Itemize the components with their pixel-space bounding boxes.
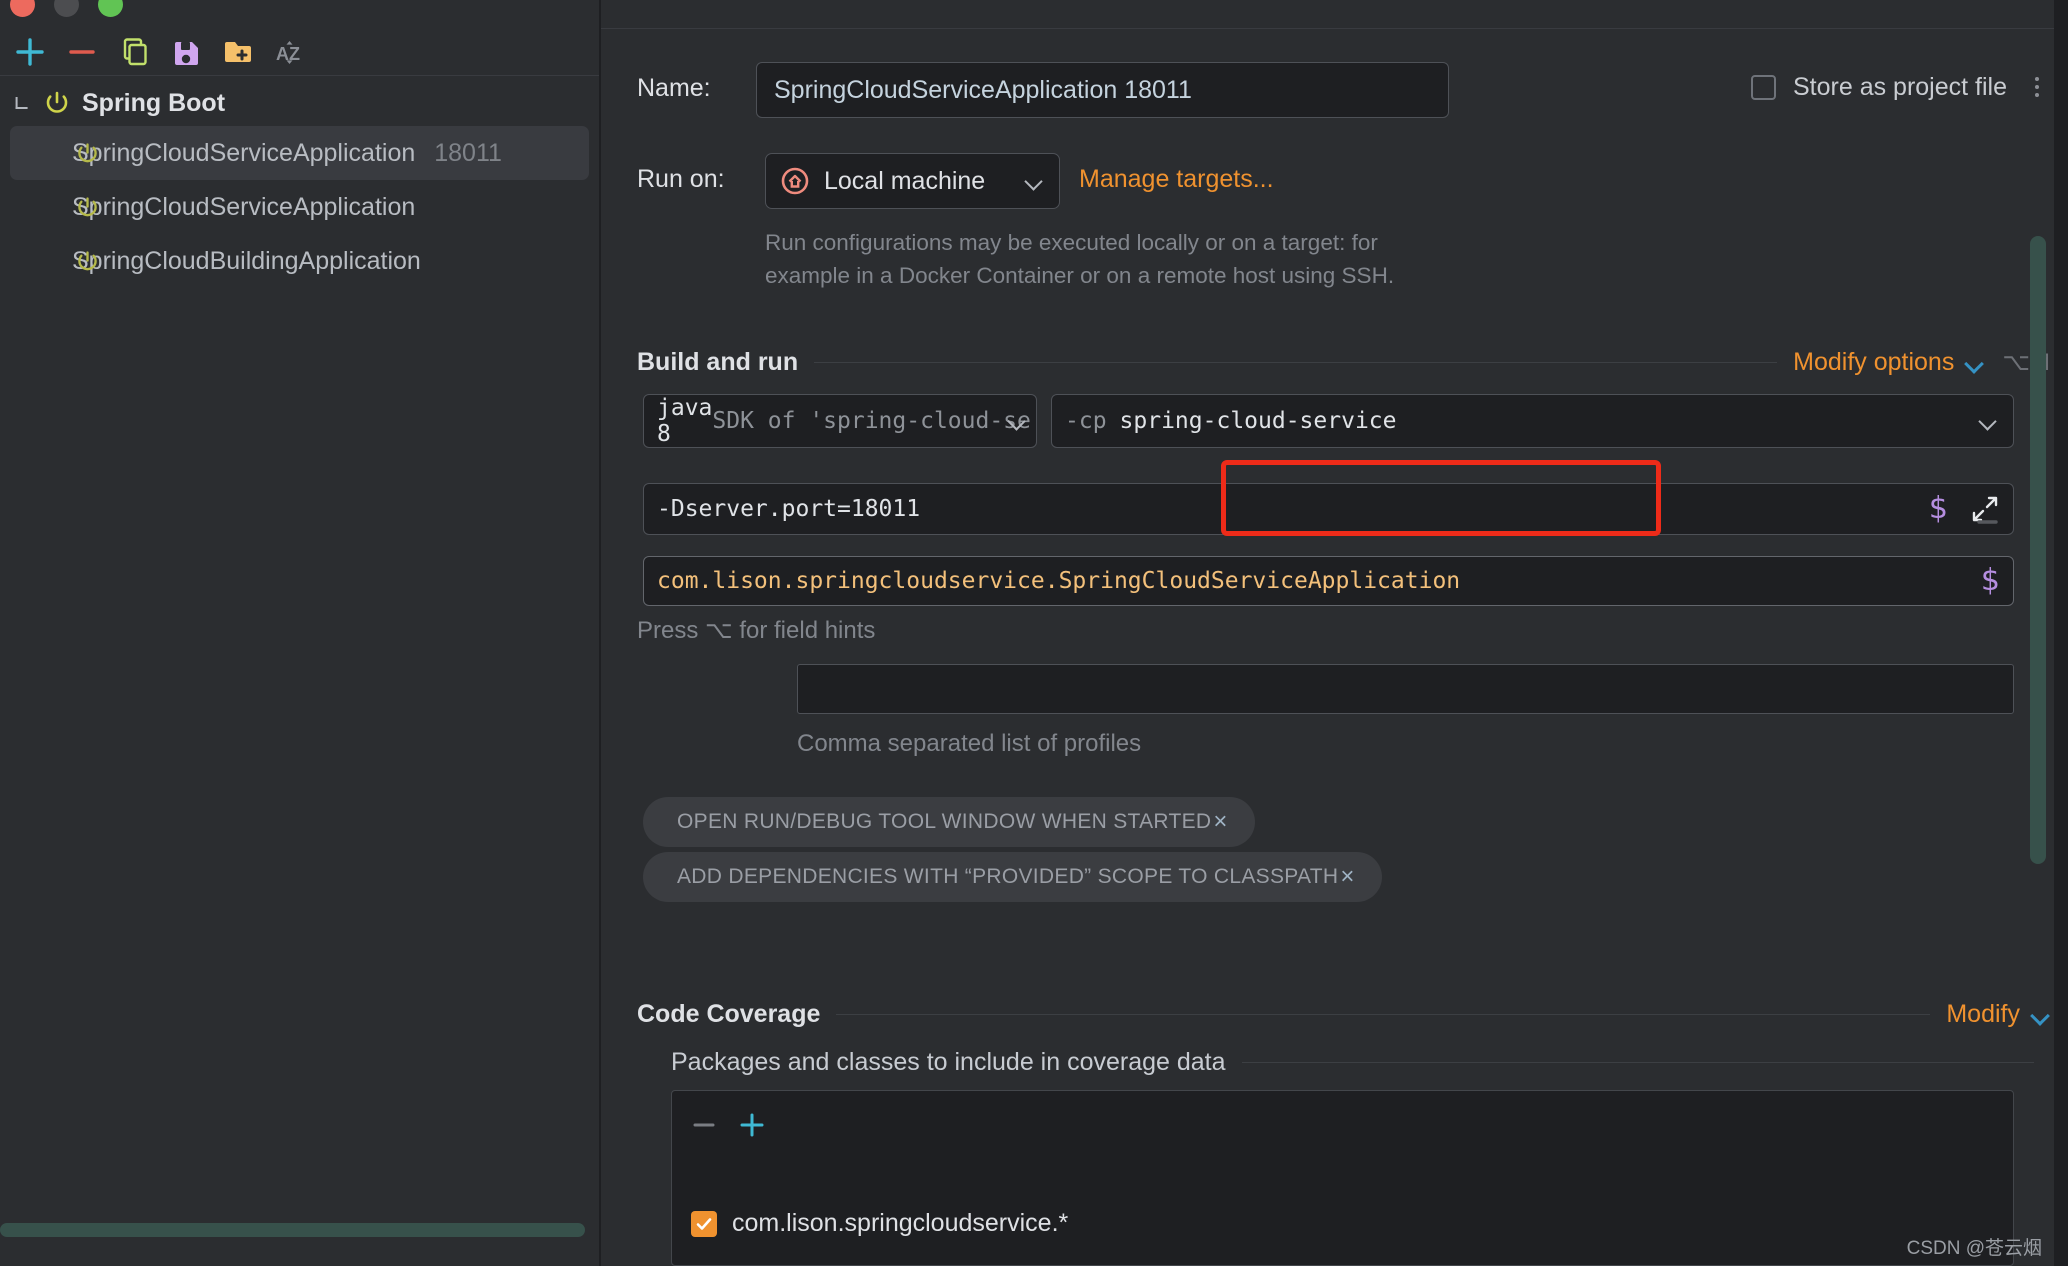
close-icon[interactable]: ×: [1213, 808, 1239, 836]
modify-label: Modify: [1946, 1000, 2020, 1029]
field-hint-text: Press ⌥ for field hints: [637, 616, 875, 645]
chip-add-provided-dependencies[interactable]: ADD DEPENDENCIES WITH “PROVIDED” SCOPE T…: [643, 852, 1382, 902]
section-title: Build and run: [637, 348, 798, 377]
sort-az-icon[interactable]: AZ: [264, 30, 316, 74]
minimize-window-button[interactable]: [54, 0, 79, 17]
sidebar-horizontal-scrollbar[interactable]: [0, 1223, 585, 1237]
divider: [814, 362, 1777, 363]
chevron-down-icon: [2031, 1009, 2050, 1021]
store-as-project-file-group: Store as project file: [1751, 72, 2050, 102]
subsection-title: Packages and classes to include in cover…: [671, 1048, 1226, 1077]
chip-open-run-debug-tool-window[interactable]: OPEN RUN/DEBUG TOOL WINDOW WHEN STARTED …: [643, 797, 1255, 847]
coverage-package-label: com.lison.springcloudservice.*: [732, 1209, 1068, 1238]
list-item-port: 18011: [434, 139, 502, 168]
vm-options-input[interactable]: -Dserver.port=18011 $: [643, 483, 2014, 535]
local-machine-icon: [780, 166, 810, 196]
chip-label: ADD DEPENDENCIES WITH “PROVIDED” SCOPE T…: [677, 865, 1338, 889]
watermark: CSDN @苍云烟: [1907, 1233, 2042, 1260]
tree-group-label: Spring Boot: [82, 89, 225, 118]
run-on-select[interactable]: Local machine: [765, 153, 1060, 209]
maximize-window-button[interactable]: [98, 0, 123, 17]
table-row[interactable]: com.lison.springcloudservice.*: [691, 1209, 1068, 1238]
active-profiles-hint: Comma separated list of profiles: [797, 730, 1141, 758]
jre-select[interactable]: java 8 SDK of 'spring-cloud-se: [643, 394, 1037, 448]
spring-boot-icon: [74, 194, 101, 221]
spring-boot-icon: [74, 140, 101, 167]
divider: [601, 28, 2068, 29]
chevron-down-icon[interactable]: [7, 87, 38, 118]
list-item[interactable]: SpringCloudServiceApplication: [10, 180, 589, 234]
folder-plus-icon[interactable]: [212, 30, 264, 74]
macro-icon[interactable]: $: [1981, 566, 2000, 596]
close-icon[interactable]: ×: [1340, 863, 1366, 891]
list-item-label: SpringCloudServiceApplication: [72, 193, 415, 222]
spring-boot-icon: [74, 248, 101, 275]
remove-configuration-button[interactable]: [56, 30, 108, 74]
build-and-run-section-header: Build and run Modify options ⌥M: [637, 348, 2050, 377]
run-on-label: Run on:: [637, 165, 725, 194]
name-input[interactable]: SpringCloudServiceApplication 18011: [756, 62, 1449, 118]
list-item[interactable]: SpringCloudServiceApplication 18011: [10, 126, 589, 180]
coverage-packages-box: [671, 1090, 2014, 1266]
classpath-select[interactable]: -cp spring-cloud-service: [1051, 394, 2014, 448]
jre-prefix: java 8: [657, 395, 712, 447]
run-on-value: Local machine: [824, 167, 1011, 196]
dialog-right-edge: [2054, 0, 2068, 1266]
modify-options-button[interactable]: Modify options: [1793, 348, 1984, 377]
window-controls: [10, 0, 123, 17]
save-icon[interactable]: [160, 30, 212, 74]
main-class-value: com.lison.springcloudservice.SpringCloud…: [657, 568, 1460, 594]
modify-options-label: Modify options: [1793, 348, 1954, 377]
chevron-down-icon[interactable]: [1025, 175, 1045, 187]
add-configuration-button[interactable]: [4, 30, 56, 74]
name-label: Name:: [637, 74, 711, 103]
active-profiles-input[interactable]: [797, 664, 2014, 714]
store-as-project-file-checkbox[interactable]: [1751, 75, 1776, 100]
tree-group-spring-boot[interactable]: Spring Boot: [0, 80, 599, 126]
coverage-package-checkbox[interactable]: [691, 1211, 717, 1237]
classpath-prefix: -cp: [1065, 408, 1107, 434]
divider: [1242, 1062, 2034, 1063]
sidebar-toolbar: AZ: [0, 28, 599, 76]
configurations-sidebar: AZ Spring Boot: [0, 0, 600, 1266]
expand-icon[interactable]: [1970, 494, 2000, 524]
close-window-button[interactable]: [10, 0, 35, 17]
configuration-editor-panel: Name: SpringCloudServiceApplication 1801…: [601, 0, 2068, 1266]
run-on-hint-line-1: Run configurations may be executed local…: [765, 228, 1378, 258]
divider: [836, 1014, 1930, 1015]
code-coverage-section-header: Code Coverage Modify: [637, 1000, 2050, 1029]
coverage-packages-subsection-header: Packages and classes to include in cover…: [671, 1048, 2050, 1077]
section-title: Code Coverage: [637, 1000, 820, 1029]
list-item-label: SpringCloudServiceApplication: [72, 139, 415, 168]
main-class-input[interactable]: com.lison.springcloudservice.SpringCloud…: [643, 556, 2014, 606]
vm-options-value: -Dserver.port=18011: [657, 496, 920, 522]
store-as-project-file-label[interactable]: Store as project file: [1793, 73, 2007, 102]
classpath-value: spring-cloud-service: [1120, 408, 1397, 434]
chevron-down-icon[interactable]: [1008, 415, 1028, 427]
chevron-down-icon[interactable]: [1979, 415, 1999, 427]
code-coverage-modify-button[interactable]: Modify: [1946, 1000, 2050, 1029]
copy-icon[interactable]: [108, 30, 160, 74]
remove-package-button[interactable]: [689, 1110, 719, 1140]
jre-suffix: SDK of 'spring-cloud-se: [712, 408, 1031, 434]
more-options-icon[interactable]: [2024, 72, 2050, 102]
add-package-button[interactable]: [737, 1110, 767, 1140]
chevron-down-icon: [1965, 357, 1984, 369]
run-on-hint-line-2: example in a Docker Container or on a re…: [765, 261, 1394, 291]
run-debug-configurations-dialog: Run/Debug Configurations: [0, 0, 2068, 1266]
macro-icon[interactable]: $: [1929, 494, 1948, 524]
list-item-label: SpringCloudBuildingApplication: [72, 247, 421, 276]
list-item[interactable]: SpringCloudBuildingApplication: [10, 234, 589, 288]
content-vertical-scrollbar[interactable]: [2030, 236, 2046, 864]
manage-targets-link[interactable]: Manage targets...: [1079, 165, 1274, 194]
name-row: Name: SpringCloudServiceApplication 1801…: [601, 62, 2068, 118]
coverage-packages-toolbar: [689, 1098, 767, 1152]
configurations-tree: Spring Boot SpringCloudServiceApplicatio…: [0, 80, 599, 288]
spring-boot-icon: [42, 88, 72, 118]
chip-label: OPEN RUN/DEBUG TOOL WINDOW WHEN STARTED: [677, 810, 1211, 834]
